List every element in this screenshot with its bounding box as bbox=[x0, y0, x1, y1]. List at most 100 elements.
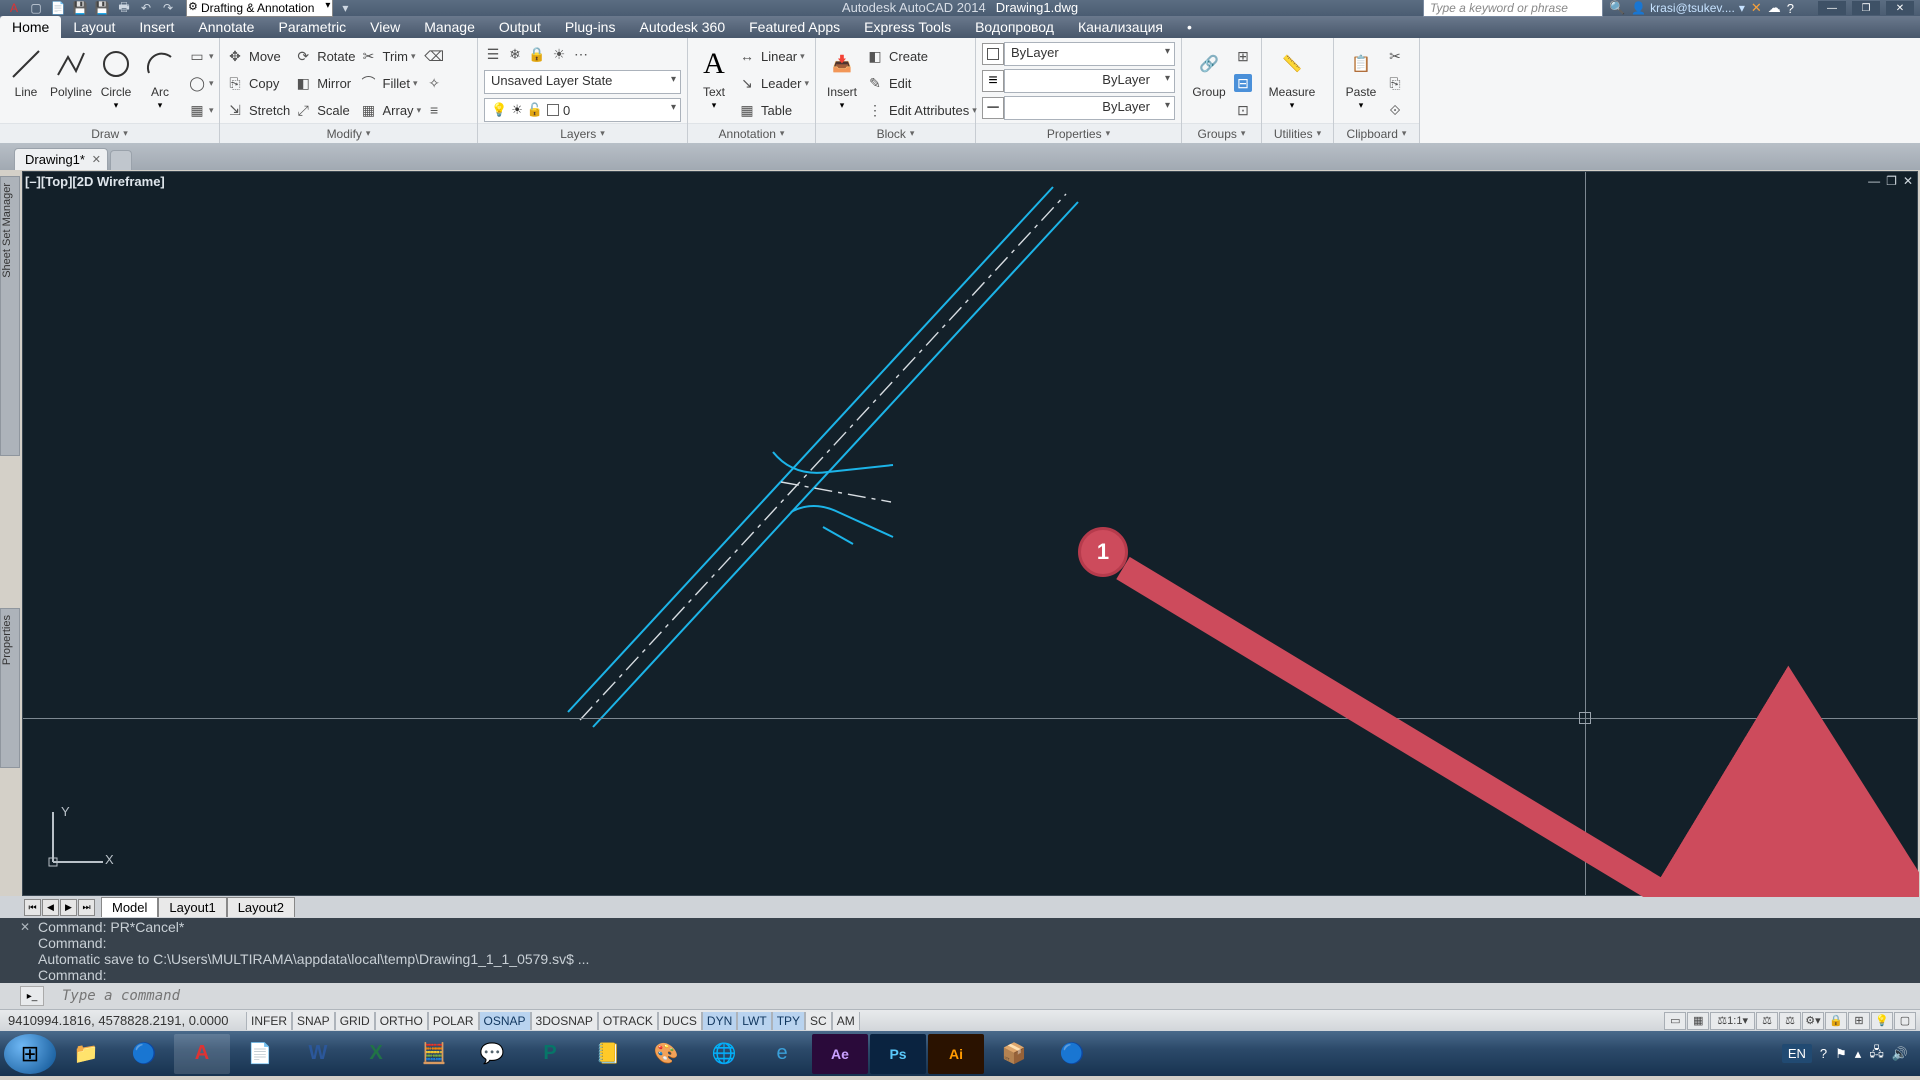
menu-tab-output[interactable]: Output bbox=[487, 16, 553, 38]
layout-first-icon[interactable]: ⏮ bbox=[24, 899, 41, 916]
ai-icon[interactable]: Ai bbox=[928, 1034, 984, 1074]
panel-title-groups[interactable]: Groups bbox=[1182, 123, 1261, 143]
color-swatch[interactable] bbox=[982, 43, 1004, 65]
workspace-button[interactable]: ⚙▾ bbox=[1802, 1012, 1824, 1030]
menu-tab-featured apps[interactable]: Featured Apps bbox=[737, 16, 852, 38]
menu-tab-express tools[interactable]: Express Tools bbox=[852, 16, 963, 38]
lineweight-swatch[interactable]: ≡ bbox=[982, 70, 1004, 92]
fillet-button[interactable]: ⌒Fillet▾ bbox=[360, 71, 422, 95]
table-button[interactable]: ▦Table bbox=[738, 98, 809, 122]
app-icon-2[interactable]: 🔵 bbox=[1044, 1034, 1100, 1074]
drawing-canvas[interactable]: [–][Top][2D Wireframe] — ❐ ✕ 1 Y X bbox=[22, 171, 1918, 896]
notepad-icon[interactable]: 📄 bbox=[232, 1034, 288, 1074]
erase-icon[interactable]: ⌫ bbox=[425, 44, 443, 68]
coordinates-readout[interactable]: 9410994.1816, 4578828.2191, 0.0000 bbox=[0, 1013, 246, 1028]
layout-last-icon[interactable]: ⏭ bbox=[78, 899, 95, 916]
panel-title-modify[interactable]: Modify bbox=[220, 123, 477, 143]
ae-icon[interactable]: Ae bbox=[812, 1034, 868, 1074]
copy-button[interactable]: ⎘Copy bbox=[226, 71, 290, 95]
save-icon[interactable]: 💾 bbox=[70, 1, 90, 15]
signed-in-user[interactable]: 👤 krasi@tsukev.... ▾ bbox=[1631, 1, 1745, 15]
layer-ic3[interactable]: ☀ bbox=[550, 42, 568, 66]
edit-block-button[interactable]: ✎Edit bbox=[866, 71, 977, 95]
leader-button[interactable]: ↘Leader▾ bbox=[738, 71, 809, 95]
tray-help-icon[interactable]: ? bbox=[1820, 1046, 1827, 1061]
exchange-icon[interactable]: ✕ bbox=[1751, 0, 1762, 16]
language-indicator[interactable]: EN bbox=[1782, 1044, 1812, 1063]
menu-tab-канализация[interactable]: Канализация bbox=[1066, 16, 1175, 38]
calc-icon[interactable]: 🧮 bbox=[406, 1034, 462, 1074]
menu-overflow-icon[interactable]: • bbox=[1175, 16, 1204, 38]
publisher-icon[interactable]: P bbox=[522, 1034, 578, 1074]
command-line[interactable]: ▸_ bbox=[0, 983, 1920, 1009]
line-button[interactable]: Line bbox=[6, 42, 46, 98]
help-icon[interactable]: ? bbox=[1787, 1, 1794, 16]
tray-flag-icon[interactable]: ⚑ bbox=[1835, 1046, 1847, 1062]
start-button[interactable]: ⊞ bbox=[4, 1034, 56, 1074]
cmd-prompt-icon[interactable]: ▸_ bbox=[20, 986, 44, 1006]
model-space-button[interactable]: ▭ bbox=[1664, 1012, 1686, 1030]
toggle-ducs[interactable]: DUCS bbox=[658, 1012, 702, 1030]
wmp-icon[interactable]: 🔵 bbox=[116, 1034, 172, 1074]
menu-tab-view[interactable]: View bbox=[358, 16, 412, 38]
circle-button[interactable]: Circle▾ bbox=[96, 42, 136, 111]
menu-tab-layout[interactable]: Layout bbox=[61, 16, 127, 38]
menu-tab-водопровод[interactable]: Водопровод bbox=[963, 16, 1066, 38]
doc-tab-drawing1[interactable]: Drawing1*✕ bbox=[14, 148, 108, 170]
help-search-input[interactable]: Type a keyword or phrase bbox=[1423, 0, 1603, 17]
edit-attr-button[interactable]: ⋮Edit Attributes▾ bbox=[866, 98, 977, 122]
menu-tab-annotate[interactable]: Annotate bbox=[186, 16, 266, 38]
lock-ui-button[interactable]: 🔒 bbox=[1825, 1012, 1847, 1030]
panel-title-utilities[interactable]: Utilities bbox=[1262, 123, 1333, 143]
toggle-snap[interactable]: SNAP bbox=[292, 1012, 335, 1030]
command-input[interactable] bbox=[36, 988, 1920, 1004]
app-icon-1[interactable]: 📦 bbox=[986, 1034, 1042, 1074]
linetype-dropdown[interactable]: ByLayer bbox=[1004, 96, 1175, 120]
notes-icon[interactable]: 📒 bbox=[580, 1034, 636, 1074]
toggle-sc[interactable]: SC bbox=[805, 1012, 832, 1030]
isolate-button[interactable]: 💡 bbox=[1871, 1012, 1893, 1030]
redo-icon[interactable]: ↷ bbox=[158, 1, 178, 15]
tray-chevron-icon[interactable]: ▴ bbox=[1855, 1046, 1862, 1062]
toggle-infer[interactable]: INFER bbox=[246, 1012, 292, 1030]
print-icon[interactable]: 🖶 bbox=[114, 1, 134, 15]
tab-model[interactable]: Model bbox=[101, 897, 158, 917]
word-icon[interactable]: W bbox=[290, 1034, 346, 1074]
group-ic1[interactable]: ⊞ bbox=[1234, 44, 1252, 68]
maximize-button[interactable]: ❐ bbox=[1852, 1, 1880, 15]
tray-volume-icon[interactable]: 🔊 bbox=[1892, 1046, 1908, 1062]
create-block-button[interactable]: ◧Create bbox=[866, 44, 977, 68]
cmd-close-icon[interactable]: ✕ bbox=[20, 920, 30, 934]
anno-auto-button[interactable]: ⚖ bbox=[1779, 1012, 1801, 1030]
tray-network-icon[interactable]: 🖧 bbox=[1869, 1043, 1884, 1065]
panel-title-draw[interactable]: Draw bbox=[0, 123, 219, 143]
paint-icon[interactable]: 🎨 bbox=[638, 1034, 694, 1074]
measure-button[interactable]: 📏Measure▾ bbox=[1268, 42, 1316, 111]
menu-tab-manage[interactable]: Manage bbox=[412, 16, 487, 38]
layer-ic2[interactable]: 🔒 bbox=[528, 42, 546, 66]
toggle-lwt[interactable]: LWT bbox=[737, 1012, 771, 1030]
layout-prev-icon[interactable]: ◀ bbox=[42, 899, 59, 916]
saveas-icon[interactable]: 💾 bbox=[92, 1, 112, 15]
copy-clip-icon[interactable]: ⎘ bbox=[1386, 71, 1404, 95]
text-button[interactable]: AText▾ bbox=[694, 42, 734, 111]
minimize-button[interactable]: — bbox=[1818, 1, 1846, 15]
clean-screen-button[interactable]: ▢ bbox=[1894, 1012, 1916, 1030]
ellipse-icon[interactable]: ◯▾ bbox=[188, 71, 214, 95]
anno-vis-button[interactable]: ⚖ bbox=[1756, 1012, 1778, 1030]
qat-more-icon[interactable]: ▾ bbox=[335, 1, 355, 15]
current-layer-dropdown[interactable]: 💡☀🔓 0 bbox=[484, 98, 681, 122]
chrome-icon[interactable]: 🌐 bbox=[696, 1034, 752, 1074]
scale-button[interactable]: ⤢Scale bbox=[294, 98, 355, 122]
close-tab-icon[interactable]: ✕ bbox=[92, 153, 101, 166]
toggle-grid[interactable]: GRID bbox=[335, 1012, 375, 1030]
panel-title-block[interactable]: Block bbox=[816, 123, 975, 143]
menu-tab-home[interactable]: Home bbox=[0, 16, 61, 38]
toggle-polar[interactable]: POLAR bbox=[428, 1012, 479, 1030]
layer-state-dropdown[interactable]: Unsaved Layer State bbox=[484, 70, 681, 94]
autocad-task-icon[interactable]: A bbox=[174, 1034, 230, 1074]
search-icon[interactable]: 🔍 bbox=[1609, 0, 1625, 16]
arc-button[interactable]: Arc▾ bbox=[140, 42, 180, 111]
undo-icon[interactable]: ↶ bbox=[136, 1, 156, 15]
polyline-button[interactable]: Polyline bbox=[50, 42, 92, 98]
